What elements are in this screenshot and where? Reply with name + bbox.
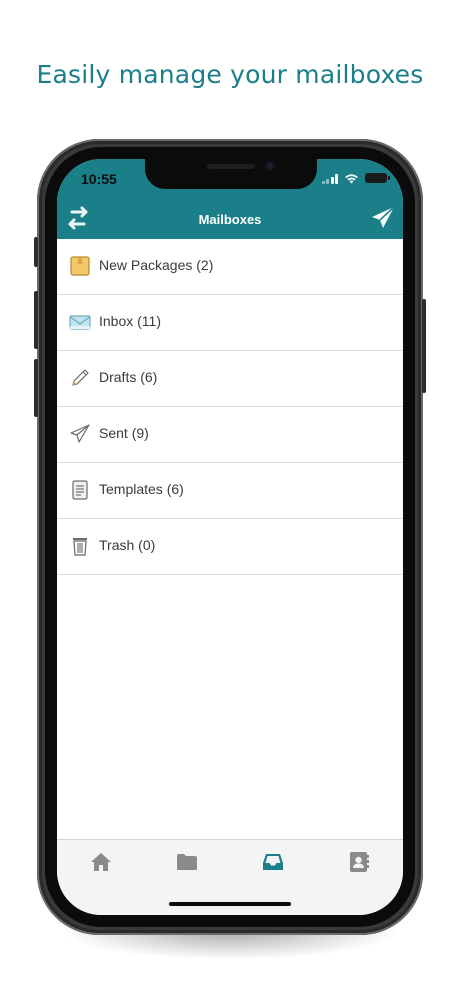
mailbox-label: Sent (9): [99, 425, 149, 441]
home-icon[interactable]: [89, 850, 113, 874]
package-icon: [70, 256, 90, 276]
phone-frame: 10:55 Mailboxes New Packages (2) Inbox (…: [34, 139, 426, 935]
mailbox-list: New Packages (2) Inbox (11) Drafts (6) S…: [57, 239, 403, 575]
page-title: Mailboxes: [198, 212, 262, 227]
paper-plane-icon: [70, 424, 90, 443]
home-indicator: [169, 902, 291, 906]
mailbox-row-templates[interactable]: Templates (6): [57, 463, 403, 519]
trash-icon: [73, 538, 87, 556]
mailbox-row-new-packages[interactable]: New Packages (2): [57, 239, 403, 295]
mailbox-label: Inbox (11): [99, 313, 161, 329]
headline: Easily manage your mailboxes: [36, 60, 424, 89]
pencil-icon: [72, 369, 89, 386]
battery-icon: [365, 173, 390, 183]
phone-side-button: [422, 299, 426, 393]
phone-side-button: [34, 291, 38, 349]
mailbox-row-inbox[interactable]: Inbox (11): [57, 295, 403, 351]
phone-side-button: [34, 237, 38, 267]
mailbox-row-trash[interactable]: Trash (0): [57, 519, 403, 575]
folder-icon[interactable]: [175, 850, 199, 874]
status-icons: [321, 172, 390, 184]
phone-side-button: [34, 359, 38, 417]
mailbox-row-drafts[interactable]: Drafts (6): [57, 351, 403, 407]
inbox-tray-icon[interactable]: [261, 850, 285, 874]
status-time: 10:55: [81, 171, 117, 187]
cellular-signal-icon: [321, 173, 338, 184]
inbox-envelope-icon: [69, 315, 91, 330]
wifi-icon: [345, 173, 358, 183]
tab-bar: [57, 839, 403, 915]
front-camera: [265, 161, 275, 171]
phone-notch: [145, 159, 317, 189]
speaker-grille: [207, 164, 255, 169]
contacts-icon[interactable]: [347, 850, 371, 874]
mailbox-label: New Packages (2): [99, 257, 214, 273]
mailbox-label: Trash (0): [99, 537, 156, 553]
mailbox-row-sent[interactable]: Sent (9): [57, 407, 403, 463]
document-icon: [72, 480, 88, 500]
send-paper-plane-icon[interactable]: [371, 206, 395, 230]
mailbox-label: Templates (6): [99, 481, 184, 497]
mailbox-label: Drafts (6): [99, 369, 158, 385]
phone-screen: 10:55 Mailboxes New Packages (2) Inbox (…: [57, 159, 403, 915]
